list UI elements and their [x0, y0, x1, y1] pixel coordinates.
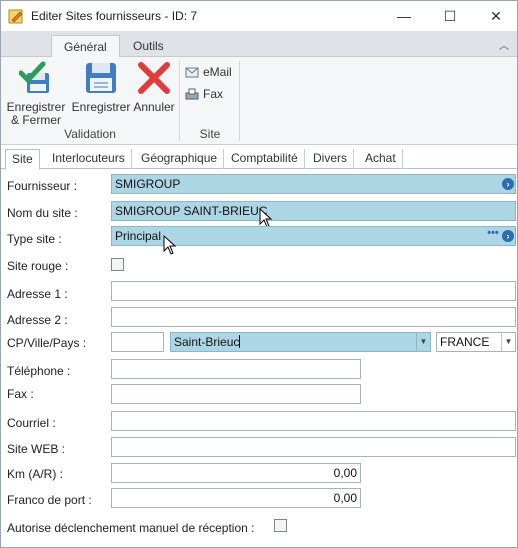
- ville-value: Saint-Brieuc: [174, 335, 240, 349]
- tab-interlocuteurs[interactable]: Interlocuteurs: [46, 149, 132, 169]
- tab-comptabilite[interactable]: Comptabilité: [225, 149, 305, 169]
- autorise-checkbox[interactable]: [274, 519, 287, 532]
- nom-site-value: SMIGROUP SAINT-BRIEUC: [115, 204, 268, 218]
- courriel-label: Courriel :: [7, 416, 56, 430]
- adresse2-field[interactable]: [111, 307, 516, 327]
- cancel-button[interactable]: Annuler: [132, 61, 176, 114]
- tab-outils[interactable]: Outils: [121, 35, 176, 58]
- ribbon-tab-bar: Général Outils ︿: [1, 31, 517, 58]
- fax-field[interactable]: [111, 384, 361, 404]
- km-field[interactable]: 0,00: [111, 463, 361, 483]
- fax-icon: [185, 88, 199, 100]
- maximize-button[interactable]: ☐: [427, 1, 473, 31]
- franco-value: 0,00: [333, 491, 357, 505]
- ribbon-panel: Enregistrer & Fermer Enregistrer Annuler…: [1, 57, 517, 145]
- autorise-label: Autorise déclenchement manuel de récepti…: [7, 521, 255, 535]
- minimize-button[interactable]: —: [381, 1, 427, 31]
- lookup-arrow-icon[interactable]: ›: [502, 230, 514, 242]
- type-site-label: Type site :: [7, 232, 62, 246]
- email-button[interactable]: eMail: [185, 63, 232, 81]
- group-separator: [239, 61, 240, 141]
- telephone-field[interactable]: [111, 359, 361, 379]
- tab-geographique[interactable]: Géographique: [135, 149, 225, 169]
- mouse-pointer-icon: [163, 235, 177, 255]
- tab-divers[interactable]: Divers: [307, 149, 355, 169]
- chevron-up-icon[interactable]: ︿: [499, 37, 509, 52]
- nom-site-label: Nom du site :: [7, 206, 78, 220]
- fournisseur-value: SMIGROUP: [115, 177, 181, 191]
- telephone-label: Téléphone :: [7, 364, 71, 378]
- maximize-icon: ☐: [443, 7, 457, 24]
- close-button[interactable]: ✕: [473, 1, 518, 31]
- email-icon: [185, 67, 199, 78]
- title-bar: Editer Sites fournisseurs - ID: 7 — ☐ ✕: [1, 1, 517, 31]
- save-close-label-2: & Fermer: [10, 113, 61, 127]
- fax-field-label: Fax :: [7, 387, 34, 401]
- courriel-field[interactable]: [111, 411, 516, 431]
- fournisseur-label: Fournisseur :: [7, 179, 78, 193]
- pays-value: FRANCE: [440, 335, 490, 349]
- save-close-icon: [18, 61, 49, 93]
- adresse2-label: Adresse 2 :: [7, 313, 68, 327]
- type-site-value: Principal: [115, 229, 162, 243]
- tab-achat[interactable]: Achat: [359, 149, 403, 169]
- site-web-label: Site WEB :: [7, 442, 66, 456]
- fournisseur-field[interactable]: SMIGROUP: [111, 174, 516, 194]
- cp-ville-pays-label: CP/Ville/Pays :: [7, 336, 87, 350]
- tab-site[interactable]: Site: [5, 149, 40, 170]
- lookup-arrow-icon[interactable]: ›: [502, 178, 514, 190]
- km-label: Km (A/R) :: [7, 467, 63, 481]
- site-web-field[interactable]: [111, 437, 516, 457]
- save-label: Enregistrer: [71, 100, 131, 114]
- site-rouge-checkbox[interactable]: [111, 258, 124, 271]
- window-title: Editer Sites fournisseurs - ID: 7: [31, 9, 198, 23]
- tab-general[interactable]: Général: [51, 35, 120, 58]
- cancel-label: Annuler: [133, 100, 175, 114]
- km-value: 0,00: [333, 466, 357, 480]
- cancel-x-icon: [138, 62, 170, 94]
- close-icon: ✕: [490, 7, 502, 24]
- ville-field[interactable]: Saint-Brieuc ▼: [170, 332, 431, 352]
- form-tab-bar: Site Interlocuteurs Géographique Comptab…: [1, 149, 517, 170]
- chevron-down-icon[interactable]: ▼: [501, 333, 515, 351]
- franco-field[interactable]: 0,00: [111, 488, 361, 508]
- nom-site-field[interactable]: SMIGROUP SAINT-BRIEUC: [111, 201, 516, 221]
- cp-field[interactable]: [111, 332, 164, 352]
- franco-label: Franco de port :: [7, 493, 92, 507]
- save-close-button[interactable]: Enregistrer & Fermer: [5, 61, 67, 127]
- group-label-site: Site: [199, 127, 221, 141]
- fax-label: Fax: [203, 87, 224, 101]
- ellipsis-icon[interactable]: •••: [486, 227, 500, 245]
- group-label-validation: Validation: [64, 127, 116, 141]
- text-caret: [239, 335, 241, 348]
- adresse1-field[interactable]: [111, 281, 516, 301]
- mouse-pointer-icon: [259, 208, 273, 228]
- adresse1-label: Adresse 1 :: [7, 287, 68, 301]
- minimize-icon: —: [397, 8, 411, 24]
- chevron-down-icon[interactable]: ▼: [416, 333, 430, 351]
- site-rouge-label: Site rouge :: [7, 259, 69, 273]
- email-label: eMail: [203, 65, 232, 79]
- fax-button[interactable]: Fax: [185, 85, 223, 103]
- pays-select[interactable]: FRANCE ▼: [436, 332, 516, 352]
- floppy-disk-icon: [86, 63, 116, 93]
- save-button[interactable]: Enregistrer: [71, 61, 131, 114]
- edit-pencil-icon: [8, 9, 23, 24]
- edit-window: Editer Sites fournisseurs - ID: 7 — ☐ ✕ …: [0, 0, 518, 548]
